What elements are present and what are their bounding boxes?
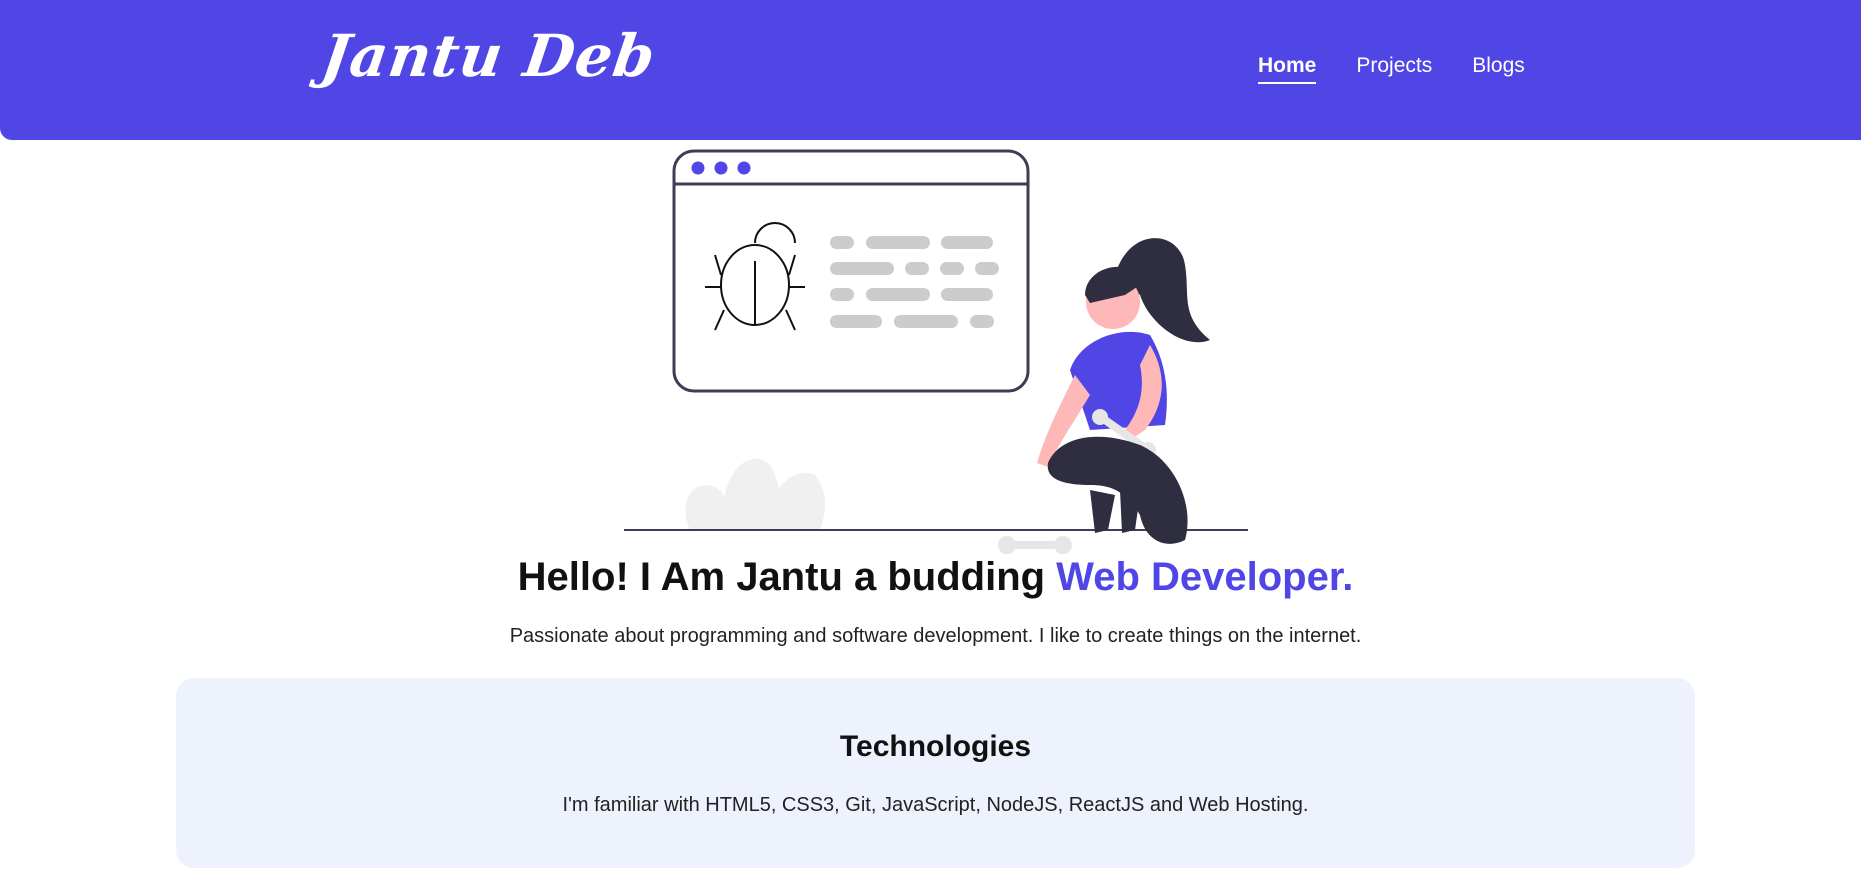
technologies-card: Technologies I'm familiar with HTML5, CS… [176,678,1695,868]
developer-illustration [624,149,1248,554]
nav-link-projects[interactable]: Projects [1356,54,1432,84]
wrench-icon [998,536,1072,554]
hero-subtitle: Passionate about programming and softwar… [509,625,1362,647]
hero-title-prefix: Hello! I Am Jantu a budding [517,555,1057,599]
main-nav: Home Projects Blogs [1258,54,1525,84]
site-logo[interactable]: Jantu Deb [317,22,660,90]
technologies-text: I'm familiar with HTML5, CSS3, Git, Java… [562,794,1309,816]
technologies-title: Technologies [839,730,1032,763]
nav-link-home[interactable]: Home [1258,54,1317,84]
top-navbar: Jantu Deb Home Projects Blogs [0,0,1861,140]
nav-link-blogs[interactable]: Blogs [1472,54,1525,84]
hero-title: Hello! I Am Jantu a budding Web Develope… [0,555,1861,600]
hero-title-accent: Web Developer. [1056,555,1354,599]
